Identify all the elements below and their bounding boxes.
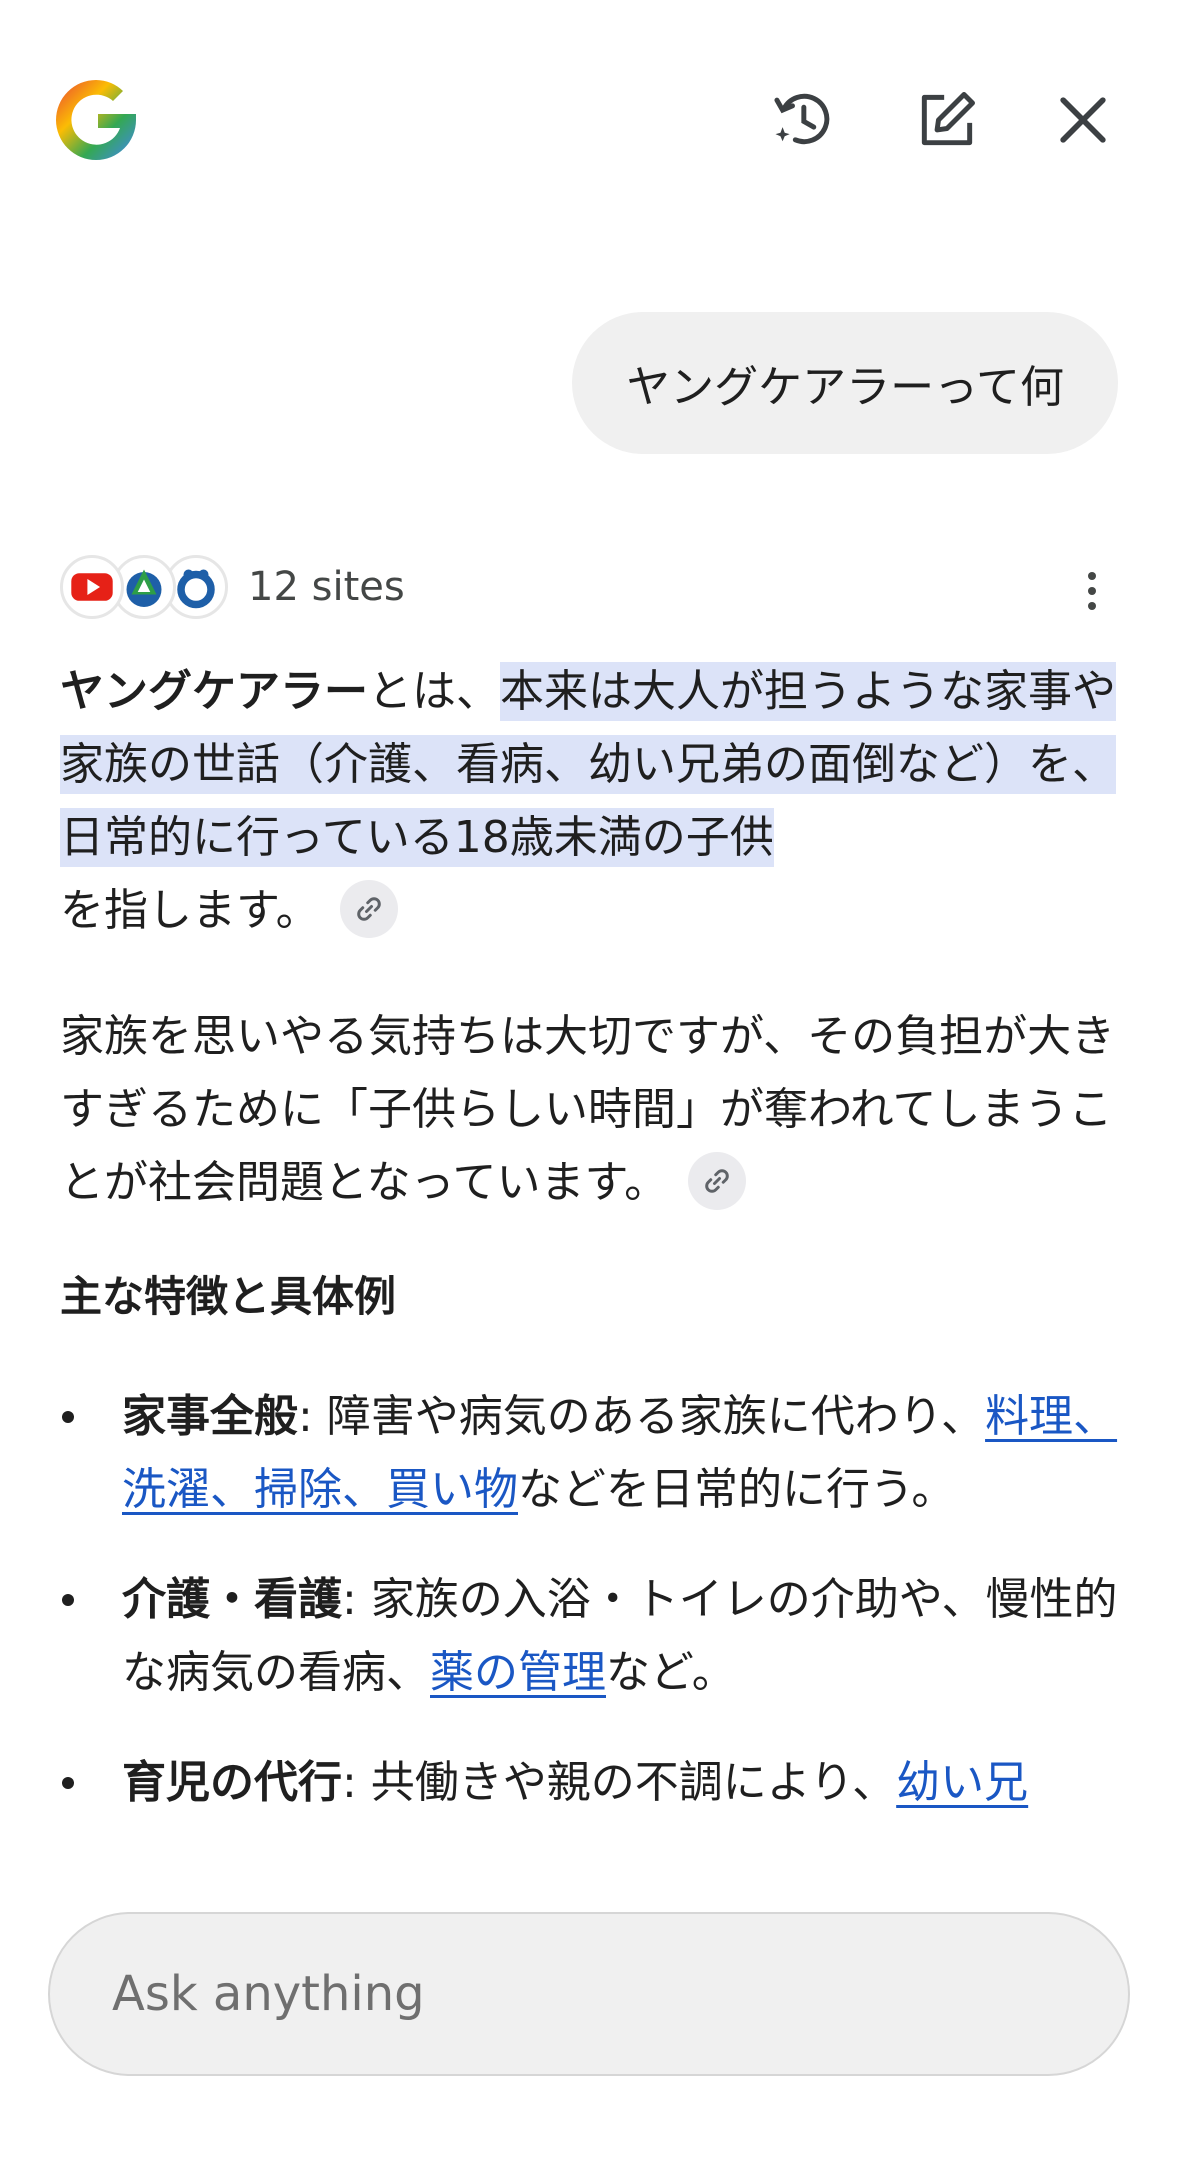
ai-answer: ヤングケアラーとは、本来は大人が担うような家事や家族の世話（介護、看病、幼い兄弟…	[60, 655, 1130, 1808]
user-message-text: ヤングケアラーって何	[626, 362, 1064, 413]
youtube-icon	[60, 555, 124, 619]
list-item: 育児の代行: 共働きや親の不調により、幼い兄	[60, 1746, 1130, 1819]
section-heading: 主な特徴と具体例	[60, 1272, 397, 1321]
ask-input[interactable]	[110, 1965, 1014, 2023]
history-sparkle-icon[interactable]	[763, 82, 839, 158]
sources-count[interactable]: 12 sites	[248, 564, 405, 610]
more-vert-icon[interactable]	[1072, 556, 1112, 626]
bottom-area	[0, 2110, 1179, 2166]
answer-paragraph-2: 家族を思いやる気持ちは大切ですが、その負担が大きすぎるために「子供らしい時間」が…	[60, 1011, 1116, 1210]
edit-icon[interactable]	[909, 82, 985, 158]
inline-link[interactable]: 幼い兄	[896, 1757, 1028, 1808]
ask-input-bar[interactable]	[48, 1912, 1130, 2076]
user-message-bubble: ヤングケアラーって何	[572, 312, 1118, 454]
source-icons[interactable]	[60, 555, 230, 619]
scroll-fade	[0, 1840, 1179, 1900]
answer-paragraph-1: ヤングケアラーとは、本来は大人が担うような家事や家族の世話（介護、看病、幼い兄弟…	[60, 655, 1130, 947]
answer-term: ヤングケアラー	[60, 666, 368, 717]
close-icon[interactable]	[1045, 82, 1121, 158]
inline-link[interactable]: 薬の管理	[430, 1647, 606, 1698]
feature-list: 家事全般: 障害や病気のある家族に代わり、料理、洗濯、掃除、買い物などを日常的に…	[60, 1380, 1130, 1856]
google-logo	[46, 70, 146, 170]
top-bar	[0, 0, 1179, 240]
citation-link-icon[interactable]	[688, 1152, 747, 1210]
sources-row[interactable]: 12 sites	[60, 552, 405, 622]
list-item: 介護・看護: 家族の入浴・トイレの介助や、慢性的な病気の看病、薬の管理など。	[60, 1563, 1130, 1709]
list-item: 家事全般: 障害や病気のある家族に代わり、料理、洗濯、掃除、買い物などを日常的に…	[60, 1380, 1130, 1526]
citation-link-icon[interactable]	[339, 880, 398, 938]
